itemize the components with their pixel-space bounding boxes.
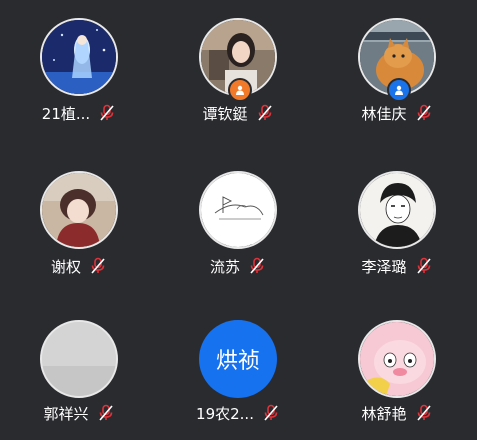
- participant-tile[interactable]: 郭祥兴: [4, 320, 154, 440]
- participant-name-row: 19农2...: [163, 402, 313, 424]
- manga-boy-avatar: [358, 171, 436, 249]
- participant-name: 谢权: [50, 257, 81, 276]
- participant-tile[interactable]: 烘祯 19农2...: [163, 320, 313, 440]
- participant-name: 谭钦鋌: [202, 104, 248, 123]
- participant-tile[interactable]: 谭钦鋌: [163, 18, 313, 148]
- participant-name: 林舒艳: [361, 404, 407, 423]
- participant-name-row: 谢权: [4, 255, 154, 277]
- anime-girl-night-avatar: [40, 18, 118, 96]
- participant-tile[interactable]: 流苏: [163, 171, 313, 301]
- participant-name-row: 林佳庆: [322, 102, 472, 124]
- gray-avatar: [40, 320, 118, 398]
- host-badge-icon: [228, 78, 252, 102]
- text-avatar: 烘祯: [199, 320, 277, 398]
- mic-muted-icon[interactable]: [415, 404, 433, 422]
- participant-grid: 21植... 谭钦鋌 林佳庆 谢权 流苏 李泽璐 郭祥兴 烘祯 19农2... …: [0, 0, 477, 440]
- participant-tile[interactable]: 谢权: [4, 171, 154, 301]
- participant-name: 郭祥兴: [43, 404, 89, 423]
- participant-name-row: 21植...: [4, 102, 154, 124]
- participant-name-row: 流苏: [163, 255, 313, 277]
- participant-tile[interactable]: 林佳庆: [322, 18, 472, 148]
- participant-name-row: 李泽璐: [322, 255, 472, 277]
- participant-name: 李泽璐: [361, 257, 407, 276]
- participant-name: 流苏: [209, 257, 240, 276]
- participant-name-row: 郭祥兴: [4, 402, 154, 424]
- sketch-avatar: [199, 171, 277, 249]
- cartoon-pig-avatar: [358, 320, 436, 398]
- mic-muted-icon[interactable]: [248, 257, 266, 275]
- participant-name: 21植...: [41, 104, 91, 123]
- participant-name-row: 谭钦鋌: [163, 102, 313, 124]
- host-badge-icon: [387, 78, 411, 102]
- mic-muted-icon[interactable]: [262, 404, 280, 422]
- participant-tile[interactable]: 21植...: [4, 18, 154, 148]
- participant-name: 19农2...: [196, 404, 254, 423]
- mic-muted-icon[interactable]: [89, 257, 107, 275]
- participant-name: 林佳庆: [361, 104, 407, 123]
- mic-muted-icon[interactable]: [97, 404, 115, 422]
- mic-muted-icon[interactable]: [415, 257, 433, 275]
- anime-boy-avatar: [40, 171, 118, 249]
- participant-tile[interactable]: 林舒艳: [322, 320, 472, 440]
- mic-muted-icon[interactable]: [256, 104, 274, 122]
- mic-muted-icon[interactable]: [415, 104, 433, 122]
- participant-tile[interactable]: 李泽璐: [322, 171, 472, 301]
- avatar-initials: 烘祯: [215, 349, 260, 374]
- participant-name-row: 林舒艳: [322, 402, 472, 424]
- mic-muted-icon[interactable]: [98, 104, 116, 122]
